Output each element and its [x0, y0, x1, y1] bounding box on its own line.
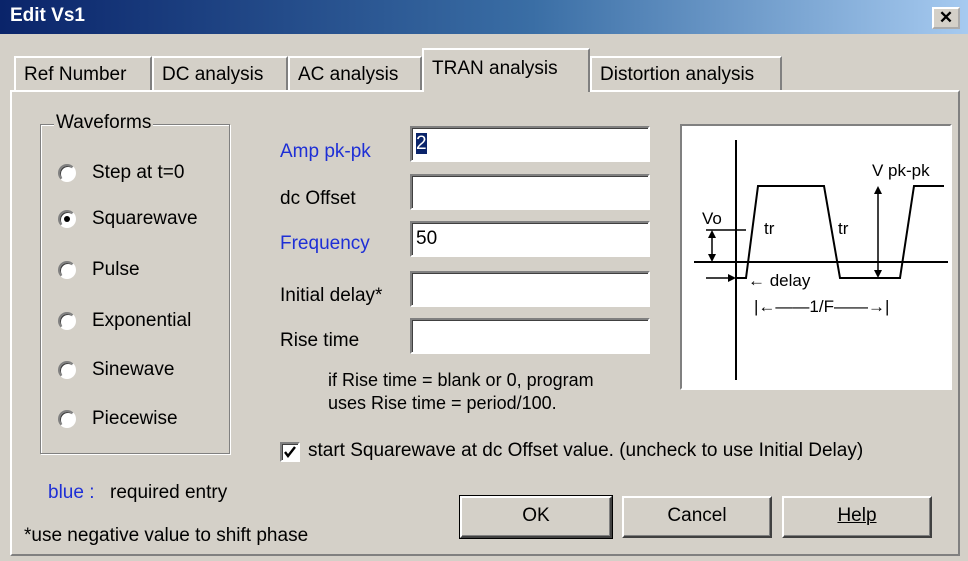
arrow-head-icon	[708, 230, 716, 238]
frequency-value: 50	[416, 228, 438, 249]
radio-button[interactable]	[58, 410, 76, 428]
arrow-head-icon	[874, 270, 882, 278]
arrow-head-icon	[728, 274, 736, 282]
help-label: Help	[837, 505, 877, 526]
tab-label: DC analysis	[162, 64, 264, 85]
radio-label: Pulse	[92, 259, 140, 280]
radio-sinewave[interactable]: Sinewave	[58, 359, 228, 383]
rise-time-input[interactable]	[410, 318, 650, 354]
vpp-label: V pk-pk	[872, 161, 930, 180]
radio-label: Piecewise	[92, 408, 178, 429]
radio-exponential[interactable]: Exponential	[58, 310, 228, 334]
rise-note-line1: if Rise time = blank or 0, program	[328, 370, 594, 390]
amp-label: Amp pk-pk	[280, 141, 371, 162]
footnote: *use negative value to shift phase	[24, 525, 309, 546]
dc-offset-label: dc Offset	[280, 188, 356, 209]
radio-button[interactable]	[58, 312, 76, 330]
frequency-label: Frequency	[280, 233, 370, 254]
arrow-head-icon	[874, 186, 882, 194]
waveform-diagram: Vo tr tr V pk-pk ← delay |←——1/F——→|	[680, 124, 952, 390]
dc-offset-input[interactable]	[410, 174, 650, 210]
initial-delay-input[interactable]	[410, 271, 650, 307]
tr-label: tr	[764, 219, 775, 238]
close-icon: ✕	[938, 8, 954, 27]
amp-value: 2	[416, 133, 427, 154]
help-button[interactable]: Help	[782, 496, 932, 538]
radio-button-selected[interactable]	[58, 210, 76, 228]
radio-pulse[interactable]: Pulse	[58, 259, 228, 283]
tab-label: AC analysis	[298, 64, 399, 85]
tab-label: Ref Number	[24, 64, 127, 85]
delay-label: ← delay	[748, 271, 811, 290]
radio-button[interactable]	[58, 261, 76, 279]
radio-button[interactable]	[58, 361, 76, 379]
checkbox-label: start Squarewave at dc Offset value. (un…	[308, 440, 864, 461]
period-label: |←——1/F——→|	[754, 297, 889, 316]
radio-label: Exponential	[92, 310, 192, 331]
radio-button[interactable]	[58, 164, 76, 182]
close-button[interactable]: ✕	[932, 7, 960, 29]
cancel-label: Cancel	[667, 505, 727, 526]
tab-ac-analysis[interactable]: AC analysis	[288, 56, 422, 90]
vo-label: Vo	[702, 209, 722, 228]
tab-tran-analysis[interactable]: TRAN analysis	[422, 48, 590, 92]
ok-label: OK	[522, 505, 550, 526]
radio-step[interactable]: Step at t=0	[58, 162, 228, 186]
legend-text: required entry	[110, 482, 228, 503]
rise-time-label: Rise time	[280, 330, 360, 351]
start-squarewave-checkbox[interactable]	[280, 442, 300, 462]
initial-delay-label: Initial delay*	[280, 285, 383, 306]
radio-dot-icon	[64, 216, 70, 222]
tab-dc-analysis[interactable]: DC analysis	[152, 56, 288, 90]
rise-note-line2: uses Rise time = period/100.	[328, 393, 557, 413]
tab-label: Distortion analysis	[600, 64, 755, 85]
amp-input[interactable]: 2	[410, 126, 650, 162]
checkmark-icon	[284, 446, 296, 458]
tab-label: TRAN analysis	[432, 58, 558, 79]
radio-squarewave[interactable]: Squarewave	[58, 208, 228, 232]
radio-label: Squarewave	[92, 208, 198, 229]
squarewave-diagram-svg: Vo tr tr V pk-pk ← delay |←——1/F——→|	[694, 140, 948, 380]
tab-distortion-analysis[interactable]: Distortion analysis	[590, 56, 782, 90]
cancel-button[interactable]: Cancel	[622, 496, 772, 538]
tab-ref-number[interactable]: Ref Number	[14, 56, 152, 90]
waveforms-group-title: Waveforms	[54, 112, 154, 134]
radio-label: Sinewave	[92, 359, 175, 380]
ok-button[interactable]: OK	[459, 495, 613, 539]
window-title: Edit Vs1	[10, 5, 85, 26]
radio-piecewise[interactable]: Piecewise	[58, 408, 228, 432]
legend-blue: blue :	[48, 482, 95, 503]
frequency-input[interactable]: 50	[410, 221, 650, 257]
arrow-head-icon	[708, 254, 716, 262]
title-bar[interactable]: Edit Vs1 ✕	[0, 0, 968, 34]
radio-label: Step at t=0	[92, 162, 185, 183]
tr-label: tr	[838, 219, 849, 238]
